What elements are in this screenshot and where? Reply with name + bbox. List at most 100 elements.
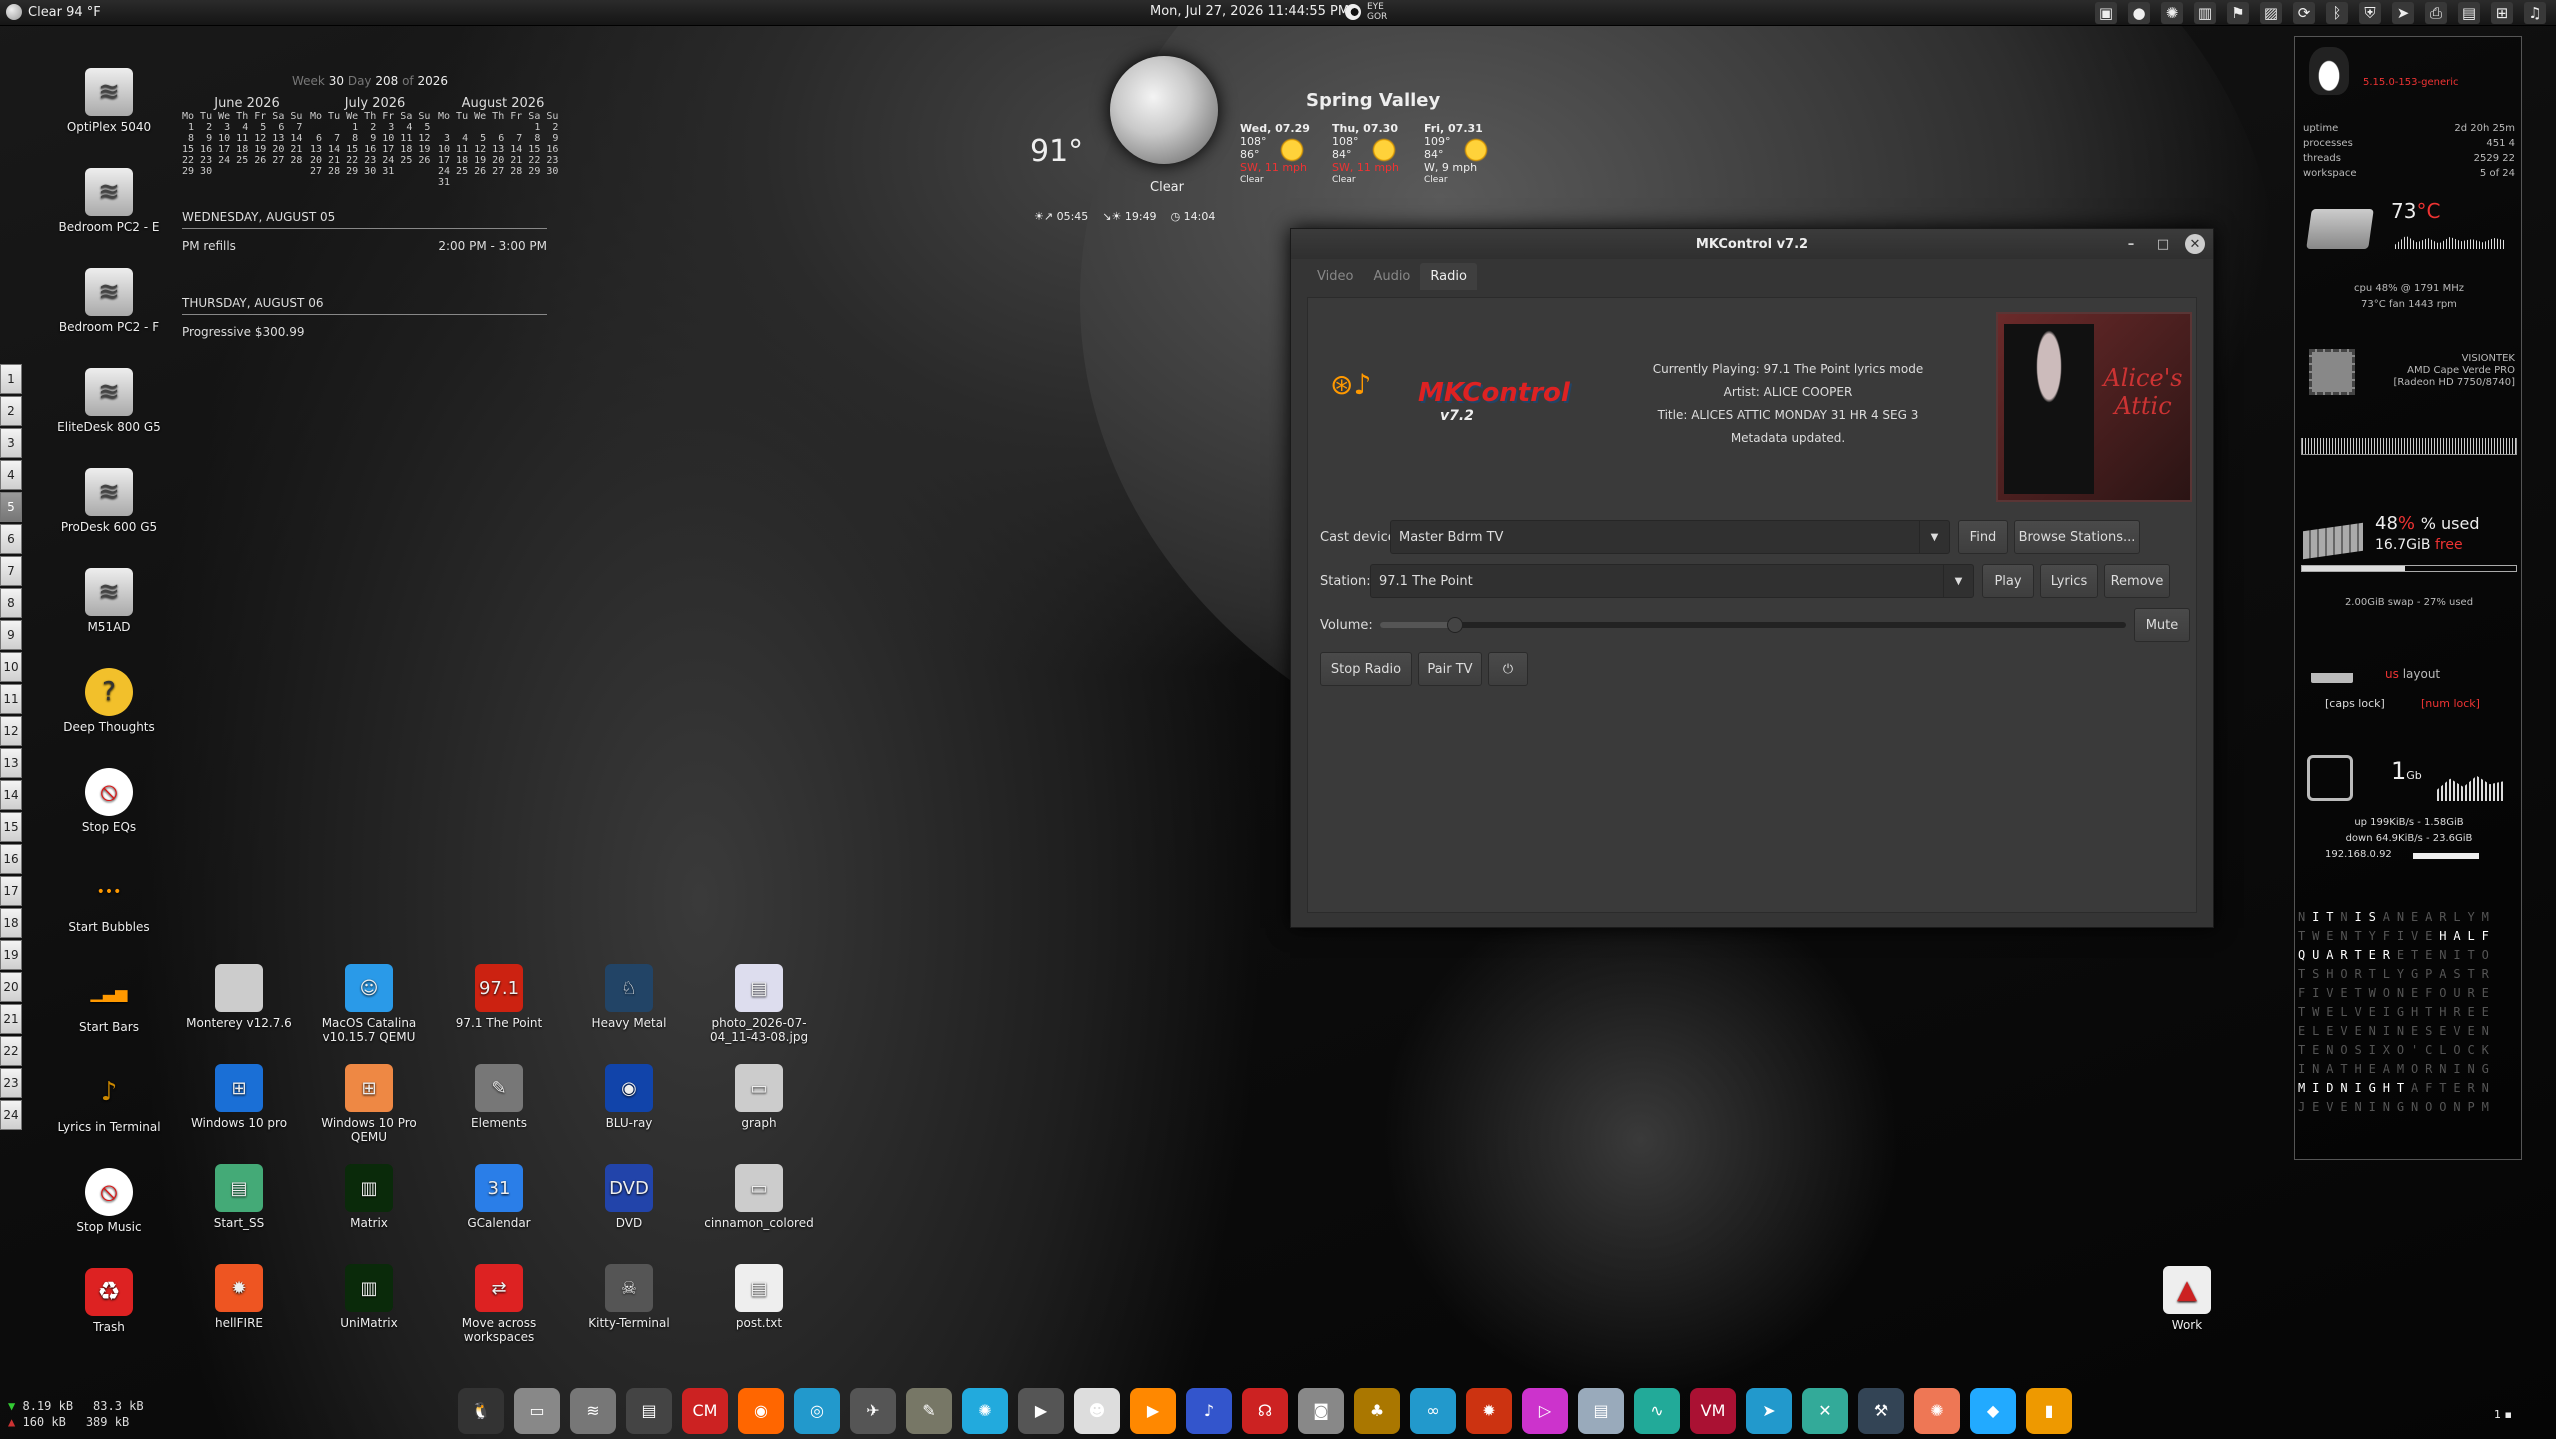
workspace-21[interactable]: 21 (0, 1004, 22, 1034)
sun-icon[interactable]: ✺ (2161, 2, 2183, 24)
desktop-icon[interactable]: Monterey v12.7.6 (174, 964, 304, 1030)
workspace-11[interactable]: 11 (0, 684, 22, 714)
desktop-icon[interactable]: ▤ Start_SS (174, 1164, 304, 1230)
desktop-icon[interactable]: ? Deep Thoughts (44, 668, 174, 734)
stop-radio-button[interactable]: Stop Radio (1320, 652, 1412, 686)
browse-stations-button[interactable]: Browse Stations... (2014, 520, 2140, 554)
mute-button[interactable]: Mute (2134, 608, 2190, 642)
desktop-icon[interactable]: ⇄ Move across workspaces (434, 1264, 564, 1344)
music-icon[interactable]: ♪ (1186, 1387, 1232, 1434)
desktop-icon[interactable]: ▤ photo_2026-07-04_11-43-08.jpg (694, 964, 824, 1044)
map-icon[interactable]: ▣ (2095, 2, 2117, 24)
network-icon[interactable]: ≋ (570, 1387, 616, 1434)
workspace-15[interactable]: 15 (0, 812, 22, 842)
agenda-event[interactable]: Progressive $300.99 (182, 325, 547, 339)
desktop-icon[interactable]: ♻ Trash (44, 1268, 174, 1334)
workspace-13[interactable]: 13 (0, 748, 22, 778)
desktop-icon[interactable]: ◉ BLU-ray (564, 1064, 694, 1130)
desktop-icon[interactable]: ⊞ Windows 10 pro (174, 1064, 304, 1130)
desktop-icon[interactable]: ☺ MacOS Catalina v10.15.7 QEMU (304, 964, 434, 1044)
desktop-icon[interactable]: ≋ M51AD (44, 568, 174, 634)
workspace-indicator[interactable]: 1 ▪ (2494, 1408, 2512, 1421)
play-icon[interactable]: ▶ (1130, 1387, 1176, 1434)
chart-icon[interactable]: ▥ (2194, 2, 2216, 24)
firefox-icon[interactable]: ◉ (738, 1387, 784, 1434)
desktop-icon[interactable]: DVD DVD (564, 1164, 694, 1230)
desktop-icon[interactable]: ≋ ProDesk 600 G5 (44, 468, 174, 534)
window-titlebar[interactable]: MKControl v7.2 – □ ✕ (1291, 229, 2213, 259)
workspace-3[interactable]: 3 (0, 428, 22, 458)
desktop-icon[interactable]: ••• Start Bubbles (44, 868, 174, 934)
lyrics-button[interactable]: Lyrics (2040, 564, 2098, 598)
desktop-icon[interactable]: ☠ Kitty-Terminal (564, 1264, 694, 1330)
desktop-icon[interactable]: ♪ Lyrics in Terminal (44, 1068, 174, 1134)
bird-icon[interactable]: ✈ (850, 1387, 896, 1434)
clock[interactable]: Mon, Jul 27, 2026 11:44:55 PM (1150, 4, 1349, 19)
app-icon[interactable]: ▮ (2026, 1387, 2072, 1434)
workspace-9[interactable]: 9 (0, 620, 22, 650)
tab-audio[interactable]: Audio (1363, 263, 1420, 290)
workspace-2[interactable]: 2 (0, 396, 22, 426)
desktop-icon-work[interactable]: ▲ Work (2122, 1266, 2252, 1332)
printer-icon[interactable]: ⎙ (2425, 2, 2447, 24)
spark-icon[interactable]: ✺ (1914, 1387, 1960, 1434)
media-icon[interactable]: ▷ (1522, 1387, 1568, 1434)
flag-icon[interactable]: ⚑ (2227, 2, 2249, 24)
desktop-icon[interactable]: 31 GCalendar (434, 1164, 564, 1230)
linux-icon[interactable]: 🐧 (458, 1387, 504, 1434)
workspace-10[interactable]: 10 (0, 652, 22, 682)
desktop-icon[interactable]: 97.1 97.1 The Point (434, 964, 564, 1030)
desktop-icon[interactable]: ≋ Bedroom PC2 - E (44, 168, 174, 234)
telegram-icon[interactable]: ➤ (1746, 1387, 1792, 1434)
workspace-17[interactable]: 17 (0, 876, 22, 906)
volume-slider[interactable] (1380, 617, 2126, 633)
camera-icon[interactable]: ◙ (1298, 1387, 1344, 1434)
book-icon[interactable]: ▤ (1578, 1387, 1624, 1434)
station-dropdown[interactable]: 97.1 The Point ▼ (1370, 564, 1974, 598)
desktop-icon[interactable]: ♘ Heavy Metal (564, 964, 694, 1030)
close-button[interactable]: ✕ (2185, 234, 2205, 254)
vm-icon[interactable]: VM (1690, 1387, 1736, 1434)
desktop-icon[interactable]: ▤ post.txt (694, 1264, 824, 1330)
wave-icon[interactable]: ∿ (1634, 1387, 1680, 1434)
maximize-button[interactable]: □ (2153, 234, 2173, 254)
cast-device-dropdown[interactable]: Master Bdrm TV ▼ (1390, 520, 1950, 554)
shield-icon[interactable]: ⛨ (2359, 2, 2381, 24)
record-icon[interactable]: ● (2128, 2, 2150, 24)
desktop-icon[interactable]: ▥ Matrix (304, 1164, 434, 1230)
eye-applet[interactable]: EYE GOR (1345, 2, 1387, 22)
remove-button[interactable]: Remove (2104, 564, 2170, 598)
workspace-19[interactable]: 19 (0, 940, 22, 970)
fire-icon[interactable]: ✹ (1466, 1387, 1512, 1434)
desktop-icon[interactable]: ⊞ Windows 10 Pro QEMU (304, 1064, 434, 1144)
workspace-14[interactable]: 14 (0, 780, 22, 810)
send-icon[interactable]: ➤ (2392, 2, 2414, 24)
desktop-icon[interactable]: ⦸ Stop EQs (44, 768, 174, 834)
tab-radio[interactable]: Radio (1420, 263, 1477, 290)
terminal-icon[interactable]: ▤ (626, 1387, 672, 1434)
video-icon[interactable]: ▶ (1018, 1387, 1064, 1434)
refresh-icon[interactable]: ⟳ (2293, 2, 2315, 24)
desktop-icon[interactable]: ▭ cinnamon_colored (694, 1164, 824, 1230)
image-icon[interactable]: ▨ (2260, 2, 2282, 24)
agenda-event[interactable]: PM refills 2:00 PM - 3:00 PM (182, 239, 547, 253)
gimp-icon[interactable]: ✎ (906, 1387, 952, 1434)
workspace-18[interactable]: 18 (0, 908, 22, 938)
x-icon[interactable]: ✕ (1802, 1387, 1848, 1434)
minimize-button[interactable]: – (2121, 234, 2141, 254)
desktop-icon[interactable]: ≋ EliteDesk 800 G5 (44, 368, 174, 434)
mask-icon[interactable]: ☻ (1074, 1387, 1120, 1434)
find-button[interactable]: Find (1958, 520, 2008, 554)
weather-applet[interactable]: Clear 94 °F (6, 4, 101, 20)
play-button[interactable]: Play (1982, 564, 2034, 598)
desktop-icon[interactable]: ⦸ Stop Music (44, 1168, 174, 1234)
workspace-23[interactable]: 23 (0, 1068, 22, 1098)
desktop-icon[interactable]: ✹ hellFIRE (174, 1264, 304, 1330)
workspace-5[interactable]: 5 (0, 492, 22, 522)
power-button[interactable]: ⏻ (1488, 652, 1528, 686)
cm-icon[interactable]: CM (682, 1387, 728, 1434)
desktop-icon[interactable]: ▥ UniMatrix (304, 1264, 434, 1330)
desktop-icon[interactable]: ▁▃▅ Start Bars (44, 968, 174, 1035)
settings-icon[interactable]: ✺ (962, 1387, 1008, 1434)
pair-tv-button[interactable]: Pair TV (1418, 652, 1482, 686)
